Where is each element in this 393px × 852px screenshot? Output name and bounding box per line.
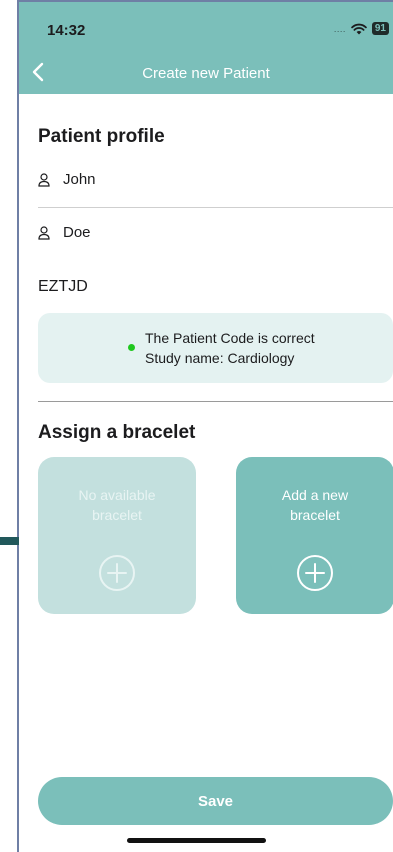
status-time: 14:32 <box>47 22 86 39</box>
person-icon <box>38 225 50 240</box>
section-divider <box>38 401 393 402</box>
last-name-field[interactable]: Doe <box>38 224 91 241</box>
first-name-divider <box>38 207 393 208</box>
no-bracelet-card: No available bracelet <box>38 457 196 614</box>
study-name: Study name: Cardiology <box>145 350 295 366</box>
patient-code-field[interactable]: EZTJD <box>38 278 88 296</box>
add-bracelet-label: Add a new bracelet <box>281 487 349 523</box>
first-name-field[interactable]: John <box>38 171 96 188</box>
code-validation-box: The Patient Code is correct Study name: … <box>38 313 393 383</box>
save-button[interactable]: Save <box>38 777 393 825</box>
page-title: Create new Patient <box>142 65 270 82</box>
battery-indicator: 91 <box>371 22 389 35</box>
person-icon <box>38 172 50 187</box>
assign-bracelet-heading: Assign a bracelet <box>38 422 196 443</box>
last-name-value: Doe <box>63 224 91 241</box>
home-indicator[interactable] <box>127 838 266 843</box>
phone-screen: 14:32 .... 91 Create new Patient Patient… <box>19 2 393 852</box>
add-bracelet-card[interactable]: Add a new bracelet <box>236 457 393 614</box>
no-bracelet-label: No available bracelet <box>78 487 156 523</box>
validation-message: The Patient Code is correct <box>145 330 315 346</box>
patient-profile-heading: Patient profile <box>38 126 165 147</box>
first-name-value: John <box>63 171 96 188</box>
app-header: 14:32 .... 91 Create new Patient <box>19 2 393 94</box>
plus-circle-icon[interactable] <box>295 553 335 593</box>
wifi-icon <box>351 23 367 34</box>
signal-icon: .... <box>333 23 346 34</box>
success-status-dot <box>128 344 135 351</box>
status-icons: .... 91 <box>334 22 389 35</box>
plus-circle-icon <box>99 555 135 591</box>
